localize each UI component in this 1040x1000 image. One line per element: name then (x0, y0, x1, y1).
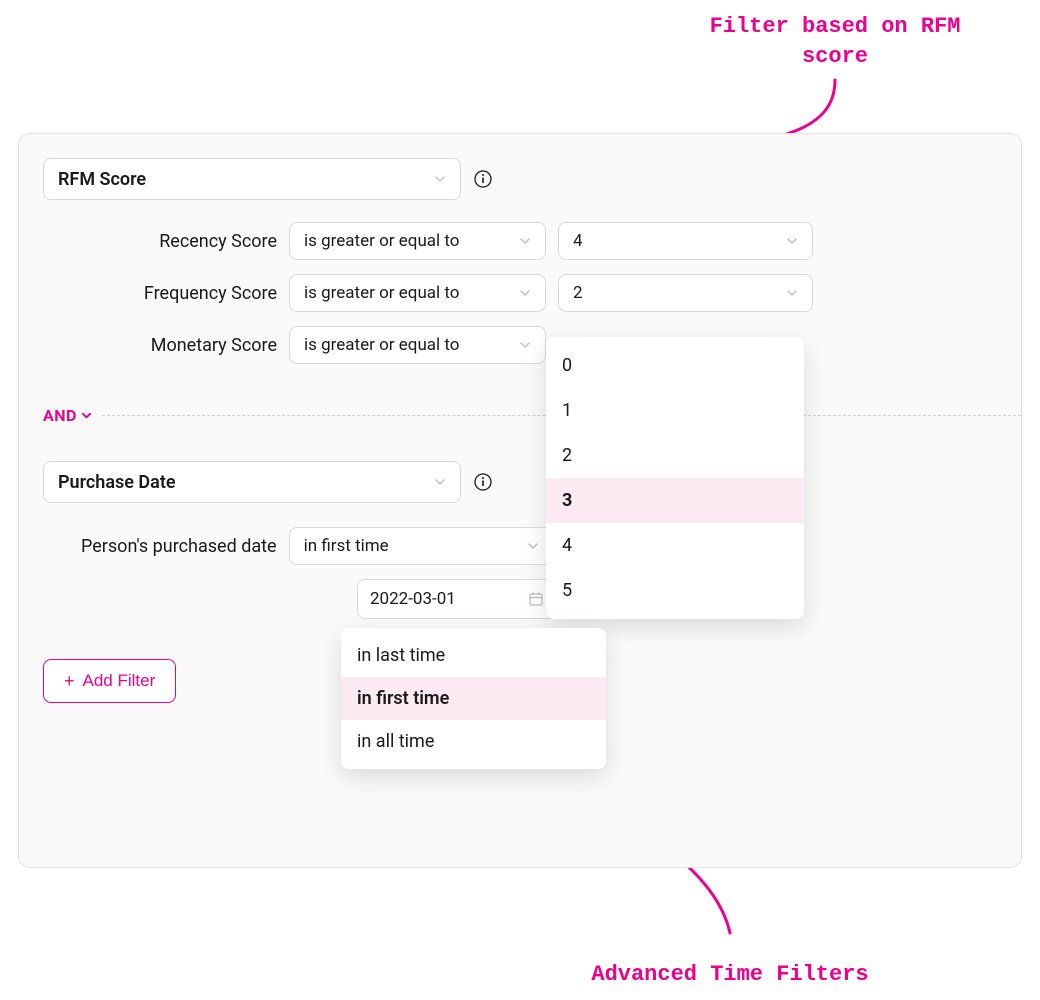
filter1-rows: Recency Score is greater or equal to 4 F… (43, 222, 997, 364)
date-input[interactable]: 2022-03-01 (357, 579, 557, 619)
recency-op-text: is greater or equal to (304, 231, 460, 251)
monetary-row: Monetary Score is greater or equal to (65, 326, 997, 364)
filter1-type-select[interactable]: RFM Score (43, 158, 461, 200)
recency-label: Recency Score (65, 231, 277, 252)
plus-icon: + (64, 671, 75, 692)
add-filter-label: Add Filter (83, 671, 156, 691)
combiner-text: AND (43, 406, 77, 425)
calendar-icon (528, 591, 544, 607)
chevron-down-icon (527, 540, 539, 552)
frequency-value-select[interactable]: 2 (558, 274, 813, 312)
purchase-date-op-select[interactable]: in first time (289, 527, 554, 565)
recency-value-text: 4 (573, 231, 583, 251)
date-value: 2022-03-01 (370, 589, 456, 609)
purchase-date-row: Person's purchased date in first time (81, 527, 997, 565)
chevron-down-icon (81, 410, 92, 421)
numeric-option[interactable]: 0 (546, 343, 804, 388)
info-icon[interactable] (473, 169, 493, 189)
chevron-down-icon (786, 235, 798, 247)
monetary-label: Monetary Score (65, 335, 277, 356)
annotation-time: Advanced Time Filters (580, 960, 880, 990)
frequency-label: Frequency Score (65, 283, 277, 304)
time-option[interactable]: in last time (341, 634, 606, 677)
combiner-select[interactable]: AND (43, 406, 92, 425)
chevron-down-icon (519, 287, 531, 299)
chevron-down-icon (519, 235, 531, 247)
recency-row: Recency Score is greater or equal to 4 (65, 222, 997, 260)
info-icon[interactable] (473, 472, 493, 492)
time-option[interactable]: in all time (341, 720, 606, 763)
chevron-down-icon (434, 476, 446, 488)
time-option[interactable]: in first time (341, 677, 606, 720)
time-dropdown-menu: in last timein first timein all time (341, 628, 606, 769)
filter2-type-select[interactable]: Purchase Date (43, 461, 461, 503)
chevron-down-icon (786, 287, 798, 299)
filter2-block: Purchase Date Person's purchased date in… (43, 461, 997, 619)
purchase-date-op-text: in first time (304, 536, 389, 556)
frequency-op-text: is greater or equal to (304, 283, 460, 303)
numeric-option[interactable]: 2 (546, 433, 804, 478)
recency-op-select[interactable]: is greater or equal to (289, 222, 546, 260)
monetary-op-text: is greater or equal to (304, 335, 460, 355)
annotation-rfm: Filter based on RFM score (670, 12, 1000, 71)
combiner-divider: AND (19, 406, 1021, 425)
filter2-type-label: Purchase Date (58, 472, 176, 493)
frequency-value-text: 2 (573, 283, 583, 303)
chevron-down-icon (519, 339, 531, 351)
filter-panel: RFM Score Recency Score is greater or eq… (18, 133, 1022, 868)
numeric-option[interactable]: 1 (546, 388, 804, 433)
frequency-row: Frequency Score is greater or equal to 2 (65, 274, 997, 312)
add-filter-button[interactable]: + Add Filter (43, 659, 176, 703)
frequency-op-select[interactable]: is greater or equal to (289, 274, 546, 312)
purchase-date-label: Person's purchased date (81, 536, 277, 557)
purchase-date-value-row: 2022-03-01 (81, 579, 997, 619)
filter2-rows: Person's purchased date in first time 20… (43, 527, 997, 619)
filter2-head: Purchase Date (43, 461, 997, 503)
filter1-type-label: RFM Score (58, 169, 146, 190)
numeric-option[interactable]: 3 (546, 478, 804, 523)
chevron-down-icon (434, 173, 446, 185)
numeric-option[interactable]: 4 (546, 523, 804, 568)
monetary-op-select[interactable]: is greater or equal to (289, 326, 546, 364)
recency-value-select[interactable]: 4 (558, 222, 813, 260)
numeric-option[interactable]: 5 (546, 568, 804, 613)
filter1-head: RFM Score (43, 158, 997, 200)
numeric-dropdown-menu: 012345 (546, 337, 804, 619)
